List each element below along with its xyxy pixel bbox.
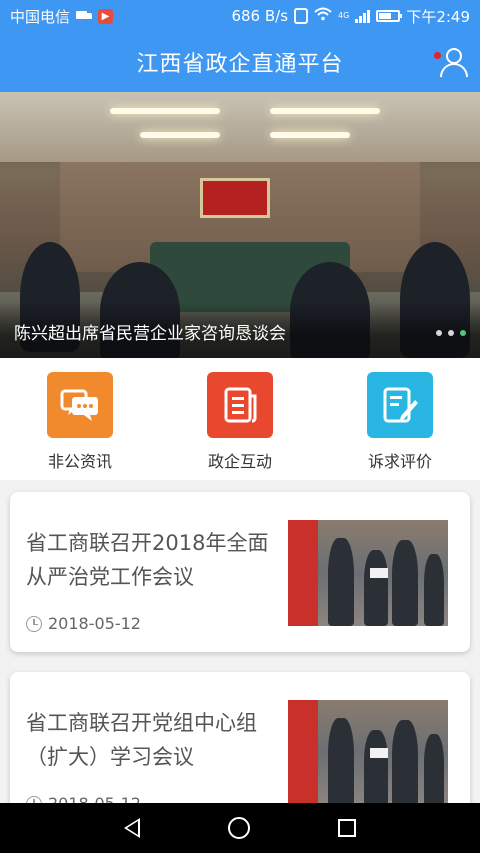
network-type: 4G <box>338 11 350 20</box>
page-title: 江西省政企直通平台 <box>136 52 344 77</box>
photo-person <box>364 730 388 806</box>
ceiling-light <box>110 108 220 114</box>
screen: 中国电信 ▶ 686 B/s 4G 下午2:49 江西省政企直通平台 陈兴超出席… <box>0 0 480 853</box>
battery-icon <box>376 10 403 22</box>
photo-person <box>424 554 444 626</box>
photo-paper <box>370 748 388 758</box>
news-title[interactable]: 省工商联召开2018年全面从严治党工作会议 <box>26 526 276 594</box>
ceiling-light <box>270 132 350 138</box>
banner-photo-screen <box>200 178 270 218</box>
status-bar: 中国电信 ▶ 686 B/s 4G 下午2:49 <box>0 0 480 32</box>
quick-entry-grid: 非公资讯 政企互动 诉求评价 <box>0 358 480 480</box>
ceiling-light <box>140 132 220 138</box>
video-app-icon: ▶ <box>98 8 114 24</box>
carousel-dot[interactable] <box>448 330 454 336</box>
photo-person <box>424 734 444 806</box>
news-thumbnail[interactable] <box>288 700 448 806</box>
photo-person <box>364 550 388 626</box>
carrier-label: 中国电信 <box>10 7 71 26</box>
quick-entry-interaction[interactable]: 政企互动 <box>160 358 320 480</box>
banner-carousel[interactable]: 陈兴超出席省民营企业家咨询恳谈会 <box>0 92 480 358</box>
photo-person <box>328 538 354 626</box>
photo-person <box>328 718 354 806</box>
user-head-icon <box>446 48 462 64</box>
back-icon[interactable] <box>124 818 140 838</box>
photo-person <box>392 720 418 806</box>
banner-flag <box>288 520 318 626</box>
network-speed: 686 B/s <box>231 7 289 25</box>
photo-paper <box>370 568 388 578</box>
app-header: 江西省政企直通平台 <box>0 32 480 92</box>
user-profile-button[interactable] <box>434 46 470 80</box>
document-lines-icon <box>207 372 273 438</box>
banner-photo-ceiling <box>0 92 480 162</box>
banner-caption[interactable]: 陈兴超出席省民营企业家咨询恳谈会 <box>14 319 286 344</box>
ceiling-light <box>270 108 380 114</box>
edit-note-icon <box>367 372 433 438</box>
news-date-row: 2018-05-12 <box>26 614 141 633</box>
signal-icon <box>355 9 371 23</box>
quick-entry-label: 政企互动 <box>207 452 272 471</box>
wifi-icon <box>314 7 332 25</box>
news-title[interactable]: 省工商联召开党组中心组（扩大）学习会议 <box>26 706 276 774</box>
recent-apps-icon[interactable] <box>338 819 356 837</box>
chat-bubbles-icon <box>47 372 113 438</box>
news-thumbnail[interactable] <box>288 520 448 626</box>
clock-time: 下午2:49 <box>406 7 470 26</box>
quick-entry-label: 非公资讯 <box>47 452 112 471</box>
delivery-truck-icon <box>76 11 93 21</box>
user-body-icon <box>440 63 468 77</box>
nfc-icon <box>294 8 309 24</box>
quick-entry-evaluation[interactable]: 诉求评价 <box>320 358 480 480</box>
news-card[interactable]: 省工商联召开2018年全面从严治党工作会议 2018-05-12 <box>10 492 470 652</box>
photo-person <box>392 540 418 626</box>
carousel-indicator <box>436 330 466 336</box>
home-icon[interactable] <box>228 817 250 839</box>
clock-icon <box>26 615 42 632</box>
quick-entry-label: 诉求评价 <box>367 452 432 471</box>
news-date: 2018-05-12 <box>48 614 141 633</box>
notification-dot <box>434 52 441 59</box>
system-nav-bar <box>0 803 480 853</box>
banner-flag <box>288 700 318 806</box>
carousel-dot-active[interactable] <box>460 330 466 336</box>
quick-entry-news[interactable]: 非公资讯 <box>0 358 160 480</box>
carousel-dot[interactable] <box>436 330 442 336</box>
